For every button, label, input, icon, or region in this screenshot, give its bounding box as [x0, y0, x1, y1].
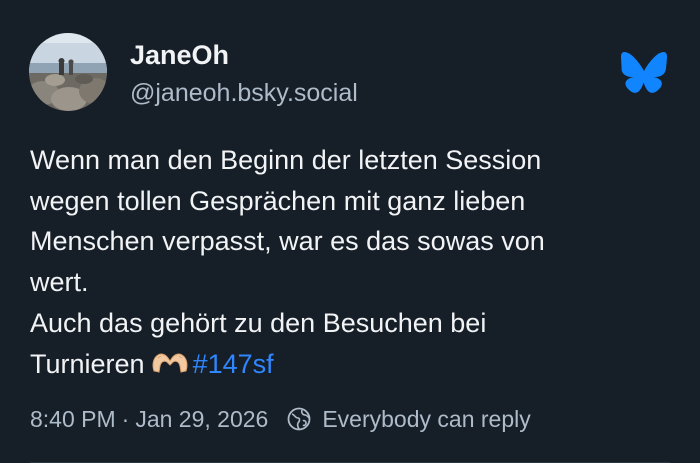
- post-time[interactable]: 8:40 PM: [30, 404, 116, 434]
- post-line: wegen tollen Gesprächen mit ganz lieben: [30, 185, 526, 216]
- post-line: Wenn man den Beginn der letzten Session: [30, 145, 542, 175]
- post-line: Auch das gehört zu den Besuchen bei: [30, 307, 487, 338]
- post-line: Menschen verpasst, war es das sowas von: [30, 226, 545, 257]
- post-meta: 8:40 PM · Jan 29, 2026 Everybody can rep…: [30, 404, 531, 434]
- display-name[interactable]: JaneOh: [130, 39, 229, 71]
- user-handle[interactable]: @janeoh.bsky.social: [130, 78, 358, 108]
- post-last-line: Turnieren #147sf: [30, 344, 685, 385]
- heart-hands-emoji-icon: [152, 353, 187, 373]
- profile-photo-icon: [29, 33, 107, 111]
- meta-separator: ·: [121, 406, 130, 432]
- bluesky-butterfly-icon[interactable]: [621, 52, 667, 93]
- avatar[interactable]: [29, 33, 107, 111]
- post-line: Turnieren: [30, 348, 145, 379]
- post-date[interactable]: Jan 29, 2026: [135, 404, 268, 434]
- globe-icon: [287, 407, 311, 431]
- reply-setting[interactable]: Everybody can reply: [322, 404, 530, 434]
- post-line: wert.: [30, 267, 89, 298]
- hashtag-link[interactable]: #147sf: [193, 349, 274, 379]
- post-body: Wenn man den Beginn der letzten Session …: [30, 140, 685, 384]
- post-card: JaneOh @janeoh.bsky.social Wenn man den …: [0, 0, 700, 463]
